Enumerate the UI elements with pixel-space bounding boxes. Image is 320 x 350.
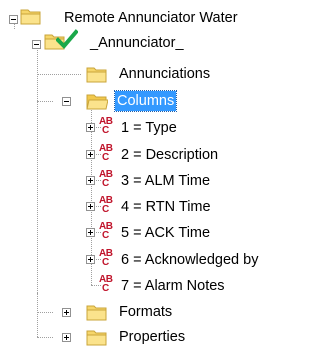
tree-item-properties[interactable]: Properties xyxy=(117,326,187,348)
tree-line xyxy=(37,44,38,293)
tree-line xyxy=(37,101,53,102)
tree-item-label: _Annunciator_ xyxy=(90,35,184,51)
tree-item-root[interactable]: Remote Annunciator Water xyxy=(62,7,240,29)
column-item[interactable]: 5 = ACK Time xyxy=(119,222,212,244)
tree-item-label: Remote Annunciator Water xyxy=(64,10,238,26)
column-label: 5 = ACK Time xyxy=(121,225,211,241)
tree-item-columns[interactable]: Columns xyxy=(113,90,178,112)
column-label: 1 = Type xyxy=(121,120,177,136)
column-label: 2 = Description xyxy=(121,147,219,163)
text-field-icon: AB C xyxy=(99,143,113,163)
tree-item-label: Properties xyxy=(119,329,186,345)
tree-line xyxy=(37,74,81,75)
tree-item-formats[interactable]: Formats xyxy=(117,301,174,323)
tree-item-annunciations[interactable]: Annunciations xyxy=(117,63,212,85)
folder-icon xyxy=(20,9,41,25)
tree-line xyxy=(37,337,53,338)
expand-toggle[interactable] xyxy=(86,228,95,237)
column-label: 4 = RTN Time xyxy=(121,199,211,215)
tree-line xyxy=(37,293,38,337)
expand-toggle[interactable] xyxy=(62,333,71,342)
column-label: 3 = ALM Time xyxy=(121,173,211,189)
expand-toggle[interactable] xyxy=(86,202,95,211)
text-field-icon: AB C xyxy=(99,248,113,268)
expand-toggle[interactable] xyxy=(86,255,95,264)
folder-icon xyxy=(86,330,107,346)
column-item[interactable]: 3 = ALM Time xyxy=(119,170,212,192)
column-item[interactable]: 2 = Description xyxy=(119,144,220,166)
folder-icon xyxy=(86,305,107,321)
column-item[interactable]: 7 = Alarm Notes xyxy=(119,275,227,297)
checkmark-icon xyxy=(56,29,78,49)
tree-item-label: Columns xyxy=(113,90,178,112)
column-label: 7 = Alarm Notes xyxy=(121,278,225,294)
tree-item-annunciator[interactable]: _Annunciator_ xyxy=(88,32,186,54)
text-field-icon: AB C xyxy=(99,195,113,215)
expand-toggle[interactable] xyxy=(86,123,95,132)
tree-item-label: Formats xyxy=(119,304,173,320)
expand-toggle[interactable] xyxy=(62,308,71,317)
expand-toggle[interactable] xyxy=(86,176,95,185)
expand-toggle[interactable] xyxy=(86,150,95,159)
column-item[interactable]: 4 = RTN Time xyxy=(119,196,213,218)
text-field-icon: AB C xyxy=(99,116,113,136)
tree-line xyxy=(37,312,53,313)
collapse-toggle[interactable] xyxy=(62,97,71,106)
tree-item-label: Annunciations xyxy=(119,66,211,82)
collapse-toggle[interactable] xyxy=(32,40,41,49)
text-field-icon: AB C xyxy=(99,274,113,294)
folder-icon xyxy=(86,67,107,83)
column-item[interactable]: 1 = Type xyxy=(119,117,179,139)
collapse-toggle[interactable] xyxy=(9,15,18,24)
text-field-icon: AB C xyxy=(99,169,113,189)
open-folder-icon xyxy=(86,94,108,110)
text-field-icon: AB C xyxy=(99,221,113,241)
column-label: 6 = Acknowledged by xyxy=(121,252,259,268)
tree-view: Remote Annunciator Water _Annunciator_ A… xyxy=(0,0,318,350)
column-item[interactable]: 6 = Acknowledged by xyxy=(119,249,260,271)
